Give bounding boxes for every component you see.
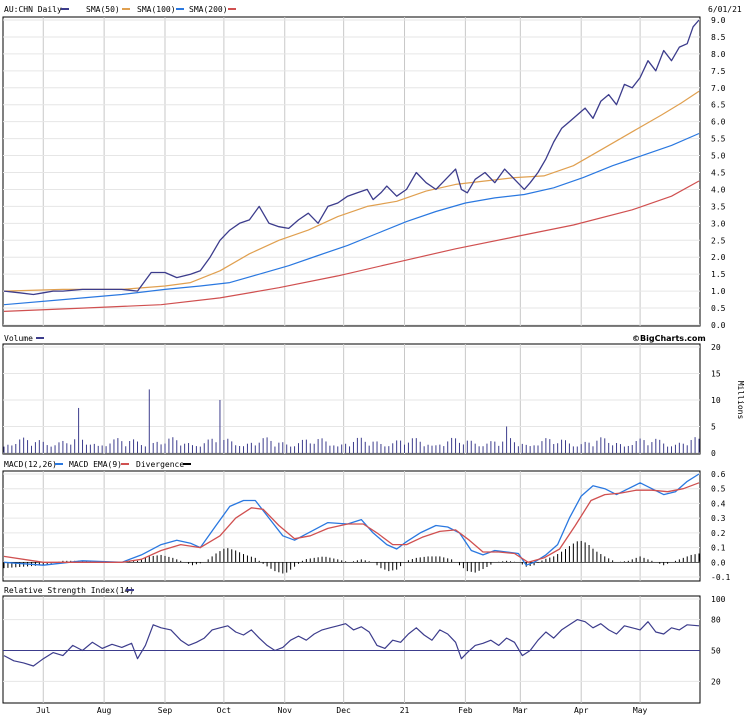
- volume-y-axis: 0 5 10 15 20: [3, 343, 721, 458]
- x-tick-label-4: Nov: [278, 706, 293, 715]
- x-tick-label-9: Apr: [574, 706, 589, 715]
- x-tick-label-3: Oct: [217, 706, 232, 715]
- legend-label-macd-ema: MACD EMA(9): [69, 460, 122, 469]
- volume-y-tick-3: 15: [711, 370, 721, 379]
- price-y-axis: 0.0 0.5 1.0 1.5 2.0 2.5 3.0 3.5 4.0 4.5 5.0 5.5 6.0 6…: [3, 16, 726, 330]
- macd-legend: MACD(12,26) MACD EMA(9) Divergence: [4, 460, 191, 469]
- legend-label-volume: Volume: [4, 334, 33, 343]
- price-y-tick-10: 5.0: [711, 152, 726, 161]
- legend-label-rsi: Relative Strength Index(14): [4, 586, 134, 595]
- rsi-panel-frame: [2, 595, 701, 704]
- chart-date-label: 6/01/21: [708, 5, 742, 14]
- volume-y-tick-4: 20: [711, 343, 721, 352]
- macd-y-tick-3: 0.2: [711, 529, 726, 538]
- price-legend: AU:CHN Daily SMA(50) SMA(100) SMA(200): [4, 5, 236, 14]
- price-y-tick-0: 0.0: [711, 321, 726, 330]
- macd-y-tick-2: 0.1: [711, 544, 726, 553]
- series-line-au-chn-daily: [3, 19, 700, 296]
- price-y-tick-15: 7.5: [711, 67, 726, 76]
- x-tick-label-0: Jul: [36, 706, 51, 715]
- volume-y-tick-1: 5: [711, 423, 716, 432]
- price-series: [3, 19, 700, 312]
- legend-label-sma100: SMA(100): [137, 5, 176, 14]
- macd-y-tick-4: 0.3: [711, 514, 726, 523]
- price-y-tick-6: 3.0: [711, 219, 726, 228]
- x-tick-label-7: Feb: [458, 706, 473, 715]
- legend-label-sma200: SMA(200): [189, 5, 228, 14]
- legend-label-price: AU:CHN Daily: [4, 5, 62, 14]
- macd-panel-frame: [2, 470, 701, 582]
- rsi-legend: Relative Strength Index(14): [4, 586, 134, 595]
- volume-y-tick-0: 0: [711, 449, 716, 458]
- legend-label-divergence: Divergence: [136, 460, 184, 469]
- rsi-y-axis: 20 50 80 100: [3, 595, 726, 686]
- rsi-y-tick-1: 50: [711, 647, 721, 656]
- volume-legend: Volume: [4, 334, 44, 343]
- price-y-tick-2: 1.0: [711, 287, 726, 296]
- x-tick-label-6: 21: [400, 706, 410, 715]
- volume-axis-label: Millions: [736, 381, 745, 420]
- price-panel-frame: [2, 16, 701, 327]
- volume-panel-frame: [2, 343, 701, 455]
- price-y-tick-1: 0.5: [711, 304, 726, 313]
- rsi-series: [3, 618, 700, 667]
- price-y-tick-11: 5.5: [711, 135, 726, 144]
- watermark: ©BigCharts.com: [632, 334, 706, 343]
- macd-y-tick-1: 0.0: [711, 558, 726, 567]
- rsi-y-tick-3: 100: [711, 595, 726, 604]
- price-y-tick-9: 4.5: [711, 169, 726, 178]
- series-line-sma-200-: [3, 180, 700, 312]
- rsi-y-tick-0: 20: [711, 677, 721, 686]
- macd-y-tick-7: 0.6: [711, 470, 726, 479]
- price-y-tick-8: 4.0: [711, 185, 726, 194]
- macd-y-tick-6: 0.5: [711, 485, 726, 494]
- volume-bars: [3, 389, 700, 453]
- price-y-tick-5: 2.5: [711, 236, 726, 245]
- price-y-tick-13: 6.5: [711, 101, 726, 110]
- price-y-tick-16: 8.0: [711, 50, 726, 59]
- x-tick-label-1: Aug: [97, 706, 112, 715]
- x-tick-label-8: Mar: [513, 706, 528, 715]
- price-y-tick-7: 3.5: [711, 202, 726, 211]
- price-y-tick-14: 7.0: [711, 84, 726, 93]
- series-line-rsi: [3, 618, 700, 667]
- panel-frames: [2, 16, 701, 704]
- macd-series: [3, 473, 700, 566]
- x-axis-month-labels: Jul Aug Sep Oct Nov Dec 21 Feb Mar Apr May: [36, 706, 647, 715]
- price-y-tick-12: 6.0: [711, 118, 726, 127]
- volume-y-tick-2: 10: [711, 396, 721, 405]
- stock-chart: AU:CHN Daily SMA(50) SMA(100) SMA(200) 6…: [2, 5, 745, 715]
- price-y-tick-3: 1.5: [711, 270, 726, 279]
- x-tick-label-10: May: [633, 706, 648, 715]
- rsi-y-tick-2: 80: [711, 616, 721, 625]
- legend-label-macd: MACD(12,26): [4, 460, 57, 469]
- price-y-tick-17: 8.5: [711, 33, 726, 42]
- x-tick-label-5: Dec: [336, 706, 351, 715]
- macd-y-tick-5: 0.4: [711, 499, 726, 508]
- price-y-tick-4: 2.0: [711, 253, 726, 262]
- series-line-macd: [3, 473, 700, 566]
- price-y-tick-18: 9.0: [711, 16, 726, 25]
- macd-y-tick-0: -0.1: [711, 573, 730, 582]
- vertical-gridlines: [42, 17, 641, 703]
- x-tick-label-2: Sep: [158, 706, 173, 715]
- macd-divergence-bars: [3, 540, 700, 574]
- legend-label-sma50: SMA(50): [86, 5, 120, 14]
